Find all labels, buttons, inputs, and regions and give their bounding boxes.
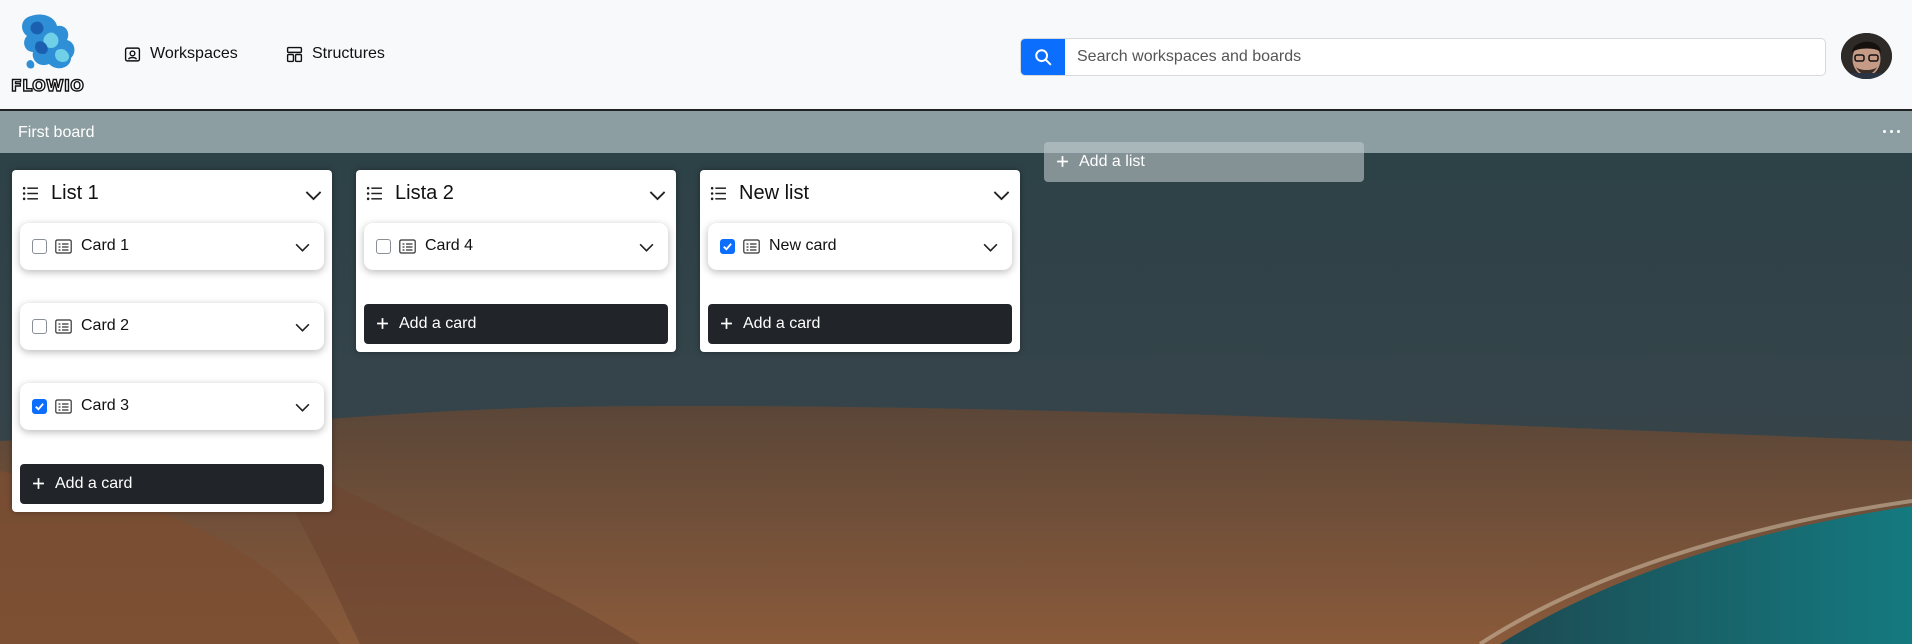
card-text-icon (55, 399, 72, 414)
card-item[interactable]: Card 1 (20, 223, 324, 270)
list-header: List 1 (12, 170, 332, 218)
card-checkbox-checked[interactable] (720, 239, 735, 254)
plus-icon (1057, 156, 1068, 167)
plus-icon (33, 478, 44, 489)
search-button[interactable] (1021, 39, 1065, 75)
avatar-photo-icon (1841, 33, 1892, 79)
list-header: New list (700, 170, 1020, 218)
chevron-down-icon[interactable] (648, 186, 667, 205)
structures-label: Structures (312, 45, 385, 62)
board-title[interactable]: First board (18, 124, 94, 142)
search-bar (1020, 38, 1826, 76)
chevron-down-icon[interactable] (992, 186, 1011, 205)
workspaces-nav-button[interactable]: Workspaces (124, 42, 238, 66)
card-item[interactable]: Card 3 (20, 383, 324, 430)
card-checkbox[interactable] (376, 239, 391, 254)
card-title: Card 2 (81, 317, 130, 334)
card-title: New card (769, 237, 837, 254)
add-card-button[interactable]: Add a card (364, 304, 668, 344)
structures-nav-button[interactable]: Structures (286, 42, 385, 66)
add-card-button[interactable]: Add a card (20, 464, 324, 504)
card-text-icon (399, 239, 416, 254)
logo-text: FLOWIO (10, 75, 85, 95)
more-horizontal-icon[interactable] (1878, 121, 1904, 141)
chevron-down-icon[interactable] (294, 319, 311, 336)
list-title[interactable]: List 1 (51, 182, 99, 205)
card-item[interactable]: Card 2 (20, 303, 324, 350)
list-column: List 1 Card 1 Card 2 Card 3 Add a card (12, 170, 332, 512)
board-header-bar: First board (0, 111, 1912, 153)
add-card-button[interactable]: Add a card (708, 304, 1012, 344)
card-text-icon (55, 319, 72, 334)
card-text-icon (55, 239, 72, 254)
search-input[interactable] (1065, 39, 1825, 75)
add-card-label: Add a card (55, 475, 133, 492)
flowio-logo[interactable]: FLOWIO (10, 12, 85, 98)
card-text-icon (743, 239, 760, 254)
card-checkbox[interactable] (32, 239, 47, 254)
logo-mark-icon (22, 14, 75, 69)
list-title[interactable]: New list (739, 182, 809, 205)
chevron-down-icon[interactable] (982, 239, 999, 256)
user-avatar[interactable] (1841, 33, 1892, 79)
top-navbar: FLOWIO Workspaces Structures (0, 0, 1912, 111)
list-icon (22, 186, 38, 201)
plus-icon (721, 318, 732, 329)
card-item[interactable]: New card (708, 223, 1012, 270)
plus-icon (377, 318, 388, 329)
list-title[interactable]: Lista 2 (395, 182, 454, 205)
list-column: New list New card Add a card (700, 170, 1020, 352)
add-list-label: Add a list (1079, 153, 1145, 170)
card-checkbox-checked[interactable] (32, 399, 47, 414)
list-icon (710, 186, 726, 201)
layout-icon (286, 46, 303, 62)
add-list-button[interactable]: Add a list (1044, 142, 1364, 182)
card-title: Card 3 (81, 397, 130, 414)
chevron-down-icon[interactable] (294, 239, 311, 256)
chevron-down-icon[interactable] (638, 239, 655, 256)
card-title: Card 4 (425, 237, 474, 254)
list-header: Lista 2 (356, 170, 676, 218)
workspaces-label: Workspaces (150, 45, 238, 62)
list-icon (366, 186, 382, 201)
search-icon (1035, 49, 1052, 66)
person-badge-icon (124, 46, 141, 62)
list-column: Lista 2 Card 4 Add a card (356, 170, 676, 352)
card-title: Card 1 (81, 237, 130, 254)
chevron-down-icon[interactable] (294, 399, 311, 416)
chevron-down-icon[interactable] (304, 186, 323, 205)
card-item[interactable]: Card 4 (364, 223, 668, 270)
card-checkbox[interactable] (32, 319, 47, 334)
add-card-label: Add a card (743, 315, 821, 332)
add-card-label: Add a card (399, 315, 477, 332)
board-area: First board List 1 Card 1 Card 2 Card 3 … (0, 111, 1912, 644)
